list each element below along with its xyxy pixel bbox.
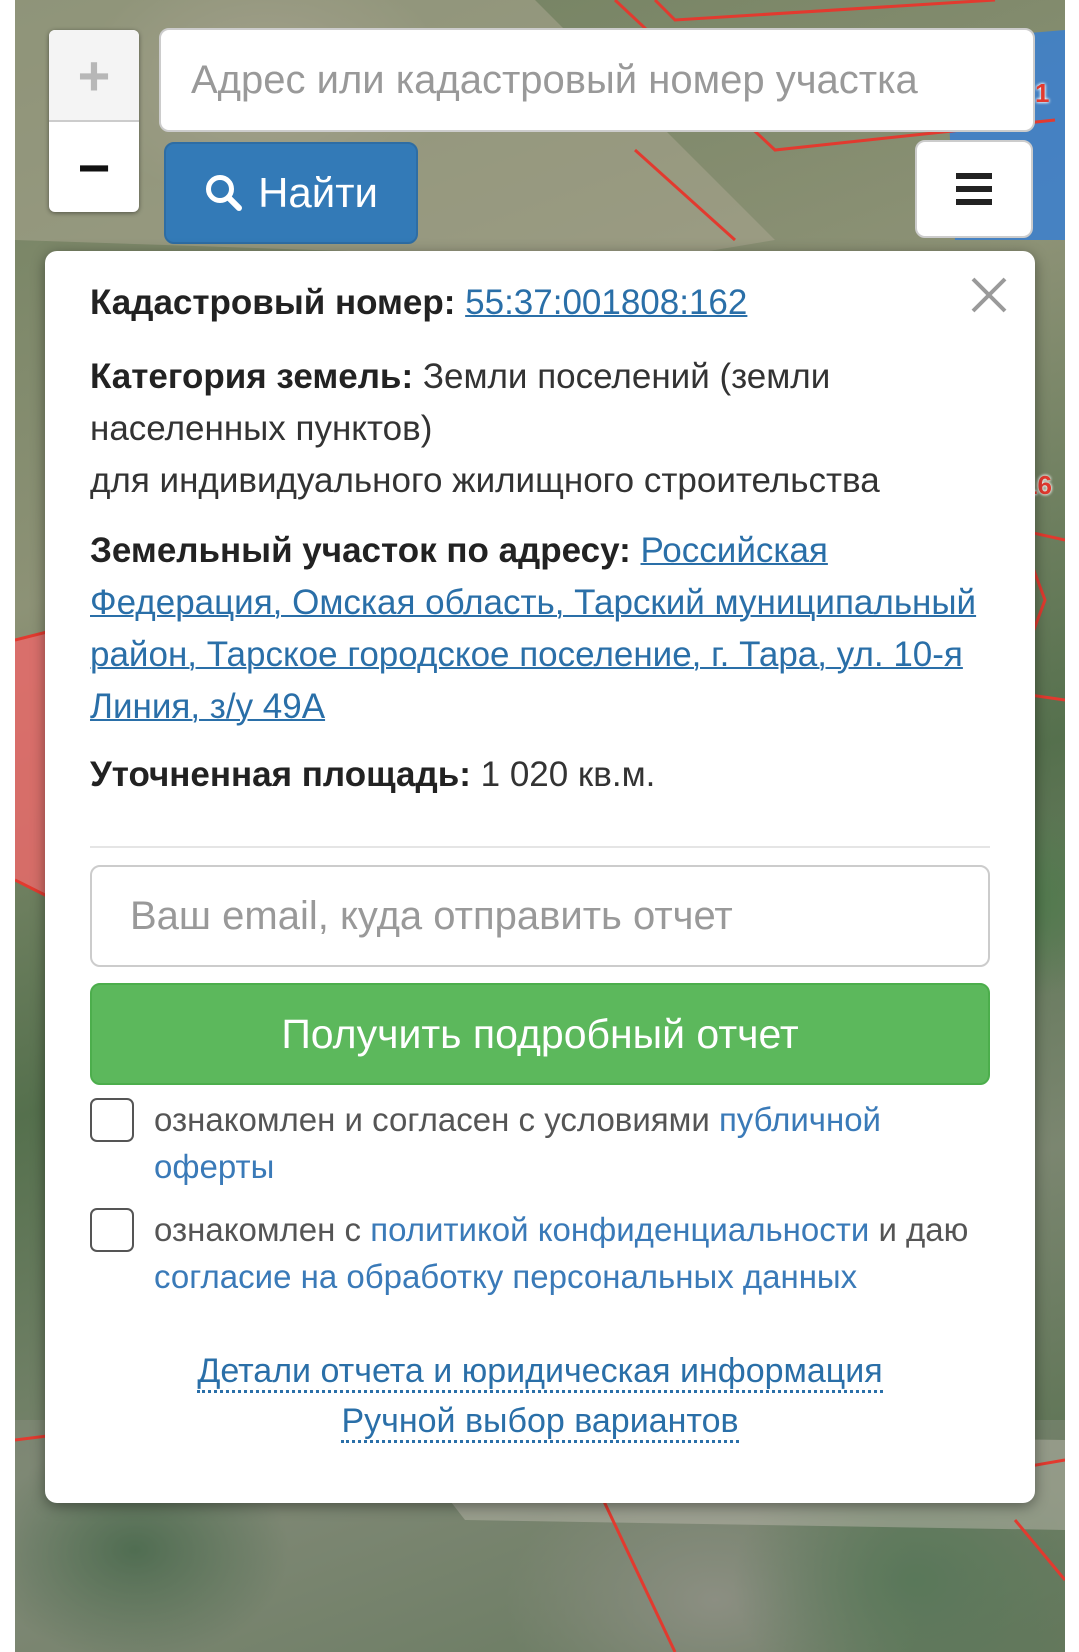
- divider: [90, 846, 990, 848]
- privacy-consent-label: ознакомлен с: [154, 1211, 362, 1248]
- area-label: Уточненная площадь:: [90, 755, 471, 794]
- menu-button[interactable]: [915, 140, 1033, 238]
- find-button[interactable]: Найти: [164, 142, 418, 244]
- cadastral-number-row: Кадастровый номер: 55:37:001808:162: [90, 277, 990, 329]
- land-category-row: Категория земель: Земли поселений (земли…: [90, 351, 990, 507]
- email-field[interactable]: [90, 865, 990, 967]
- privacy-policy-link[interactable]: политикой конфиденциальности: [370, 1211, 869, 1248]
- parcel-number-label: 1: [1035, 78, 1050, 108]
- privacy-consent-checkbox[interactable]: [90, 1208, 134, 1252]
- manual-choice-link[interactable]: Ручной выбор вариантов: [341, 1402, 739, 1443]
- offer-consent-checkbox[interactable]: [90, 1098, 134, 1142]
- get-report-button[interactable]: Получить подробный отчет: [90, 983, 990, 1085]
- personal-data-consent-link[interactable]: согласие на обработку персональных данны…: [154, 1258, 857, 1295]
- privacy-consent-label-middle: и даю: [878, 1211, 969, 1248]
- address-label: Земельный участок по адресу:: [90, 531, 631, 570]
- area-row: Уточненная площадь: 1 020 кв.м.: [90, 749, 990, 801]
- address-row: Земельный участок по адресу: Российская …: [90, 525, 990, 733]
- privacy-consent-text: ознакомлен с политикой конфиденциальност…: [154, 1206, 984, 1300]
- find-button-label: Найти: [258, 169, 378, 216]
- zoom-control: + −: [49, 30, 139, 212]
- report-details-link[interactable]: Детали отчета и юридическая информация: [197, 1352, 883, 1393]
- area-value: 1 020 кв.м.: [480, 755, 656, 794]
- zoom-out-button[interactable]: −: [49, 122, 139, 212]
- search-icon: [206, 175, 243, 211]
- popup-footer-links: Детали отчета и юридическая информация Р…: [90, 1346, 990, 1446]
- cadastral-number-label: Кадастровый номер:: [90, 283, 456, 322]
- hamburger-icon: [956, 173, 992, 205]
- zoom-in-button[interactable]: +: [49, 30, 139, 122]
- permitted-use-value: для индивидуального жилищного строительс…: [90, 461, 880, 500]
- offer-consent-label: ознакомлен и согласен с условиями: [154, 1101, 710, 1138]
- offer-consent-text: ознакомлен и согласен с условиями публич…: [154, 1096, 984, 1190]
- cadastral-number-link[interactable]: 55:37:001808:162: [465, 283, 747, 322]
- parcel-info-popup: Кадастровый номер: 55:37:001808:162 Кате…: [45, 251, 1035, 1503]
- address-search-input[interactable]: [159, 28, 1035, 132]
- land-category-label: Категория земель:: [90, 357, 414, 396]
